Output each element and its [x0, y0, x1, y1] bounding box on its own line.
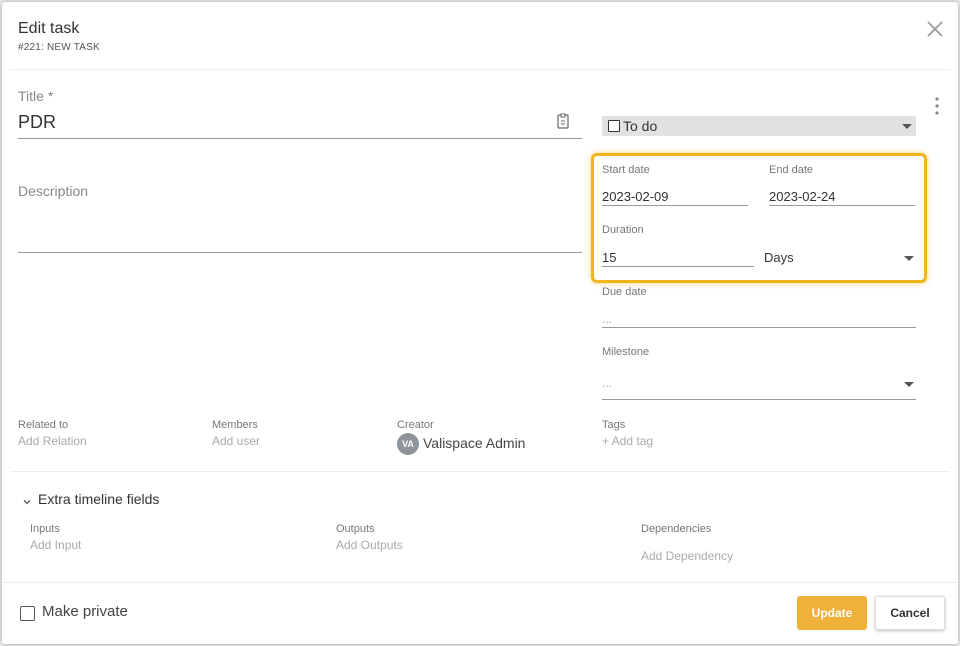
duration-underline — [602, 266, 754, 267]
outputs-label: Outputs — [336, 523, 375, 535]
members-label: Members — [212, 419, 258, 431]
title-label: Title * — [18, 88, 54, 104]
edit-task-dialog: Edit task #221: NEW TASK Title * PDR To … — [2, 2, 958, 644]
kebab-menu-icon[interactable] — [931, 96, 943, 116]
dependencies-label: Dependencies — [641, 523, 712, 535]
avatar: VA — [397, 433, 419, 455]
creator-label: Creator — [397, 419, 434, 431]
duration-input[interactable]: 15 — [602, 250, 616, 265]
add-relation-link[interactable]: Add Relation — [18, 434, 87, 448]
duration-unit-select[interactable]: Days — [764, 246, 916, 268]
chevron-down-icon — [904, 256, 914, 261]
duration-unit-value: Days — [764, 250, 794, 265]
checkbox-icon — [608, 120, 620, 132]
update-button[interactable]: Update — [797, 596, 867, 630]
inputs-label: Inputs — [30, 523, 60, 535]
header-divider — [10, 69, 950, 70]
add-tag-link[interactable]: + Add tag — [602, 434, 653, 448]
chevron-down-icon — [904, 382, 914, 387]
task-id-subtitle: #221: NEW TASK — [18, 42, 100, 53]
section-divider — [10, 471, 950, 472]
end-date-underline — [769, 205, 915, 206]
due-date-label: Due date — [602, 286, 647, 298]
dialog-title: Edit task — [18, 20, 80, 37]
milestone-label: Milestone — [602, 346, 650, 358]
footer-divider — [2, 582, 958, 583]
add-outputs-link[interactable]: Add Outputs — [336, 538, 403, 552]
creator-name: Valispace Admin — [423, 435, 526, 451]
milestone-underline — [602, 399, 916, 400]
due-date-underline — [602, 327, 916, 328]
tags-label: Tags — [602, 419, 626, 431]
related-to-label: Related to — [18, 419, 69, 431]
make-private-checkbox[interactable] — [20, 606, 35, 621]
milestone-select[interactable]: ... — [602, 372, 916, 396]
start-date-input[interactable]: 2023-02-09 — [602, 189, 669, 204]
start-date-underline — [602, 205, 748, 206]
add-user-link[interactable]: Add user — [212, 434, 260, 448]
chevron-down-icon — [902, 124, 912, 129]
description-underline — [18, 252, 582, 253]
close-icon[interactable] — [924, 18, 946, 40]
due-date-input[interactable]: ... — [602, 312, 612, 326]
title-underline — [18, 138, 582, 139]
description-input[interactable] — [18, 202, 582, 250]
title-input[interactable]: PDR — [18, 112, 56, 133]
status-select[interactable]: To do — [602, 116, 916, 136]
description-label: Description — [18, 183, 89, 199]
end-date-label: End date — [769, 164, 814, 176]
extra-timeline-label: Extra timeline fields — [38, 491, 160, 507]
clipboard-icon[interactable] — [556, 113, 570, 129]
status-value: To do — [623, 118, 658, 134]
duration-label: Duration — [602, 224, 644, 236]
add-input-link[interactable]: Add Input — [30, 538, 81, 552]
cancel-button[interactable]: Cancel — [875, 596, 945, 630]
chevron-down-icon — [22, 494, 32, 505]
add-dependency-link[interactable]: Add Dependency — [641, 549, 733, 563]
start-date-label: Start date — [602, 164, 650, 176]
milestone-value: ... — [602, 376, 613, 390]
make-private-label: Make private — [42, 603, 128, 620]
end-date-input[interactable]: 2023-02-24 — [769, 189, 836, 204]
